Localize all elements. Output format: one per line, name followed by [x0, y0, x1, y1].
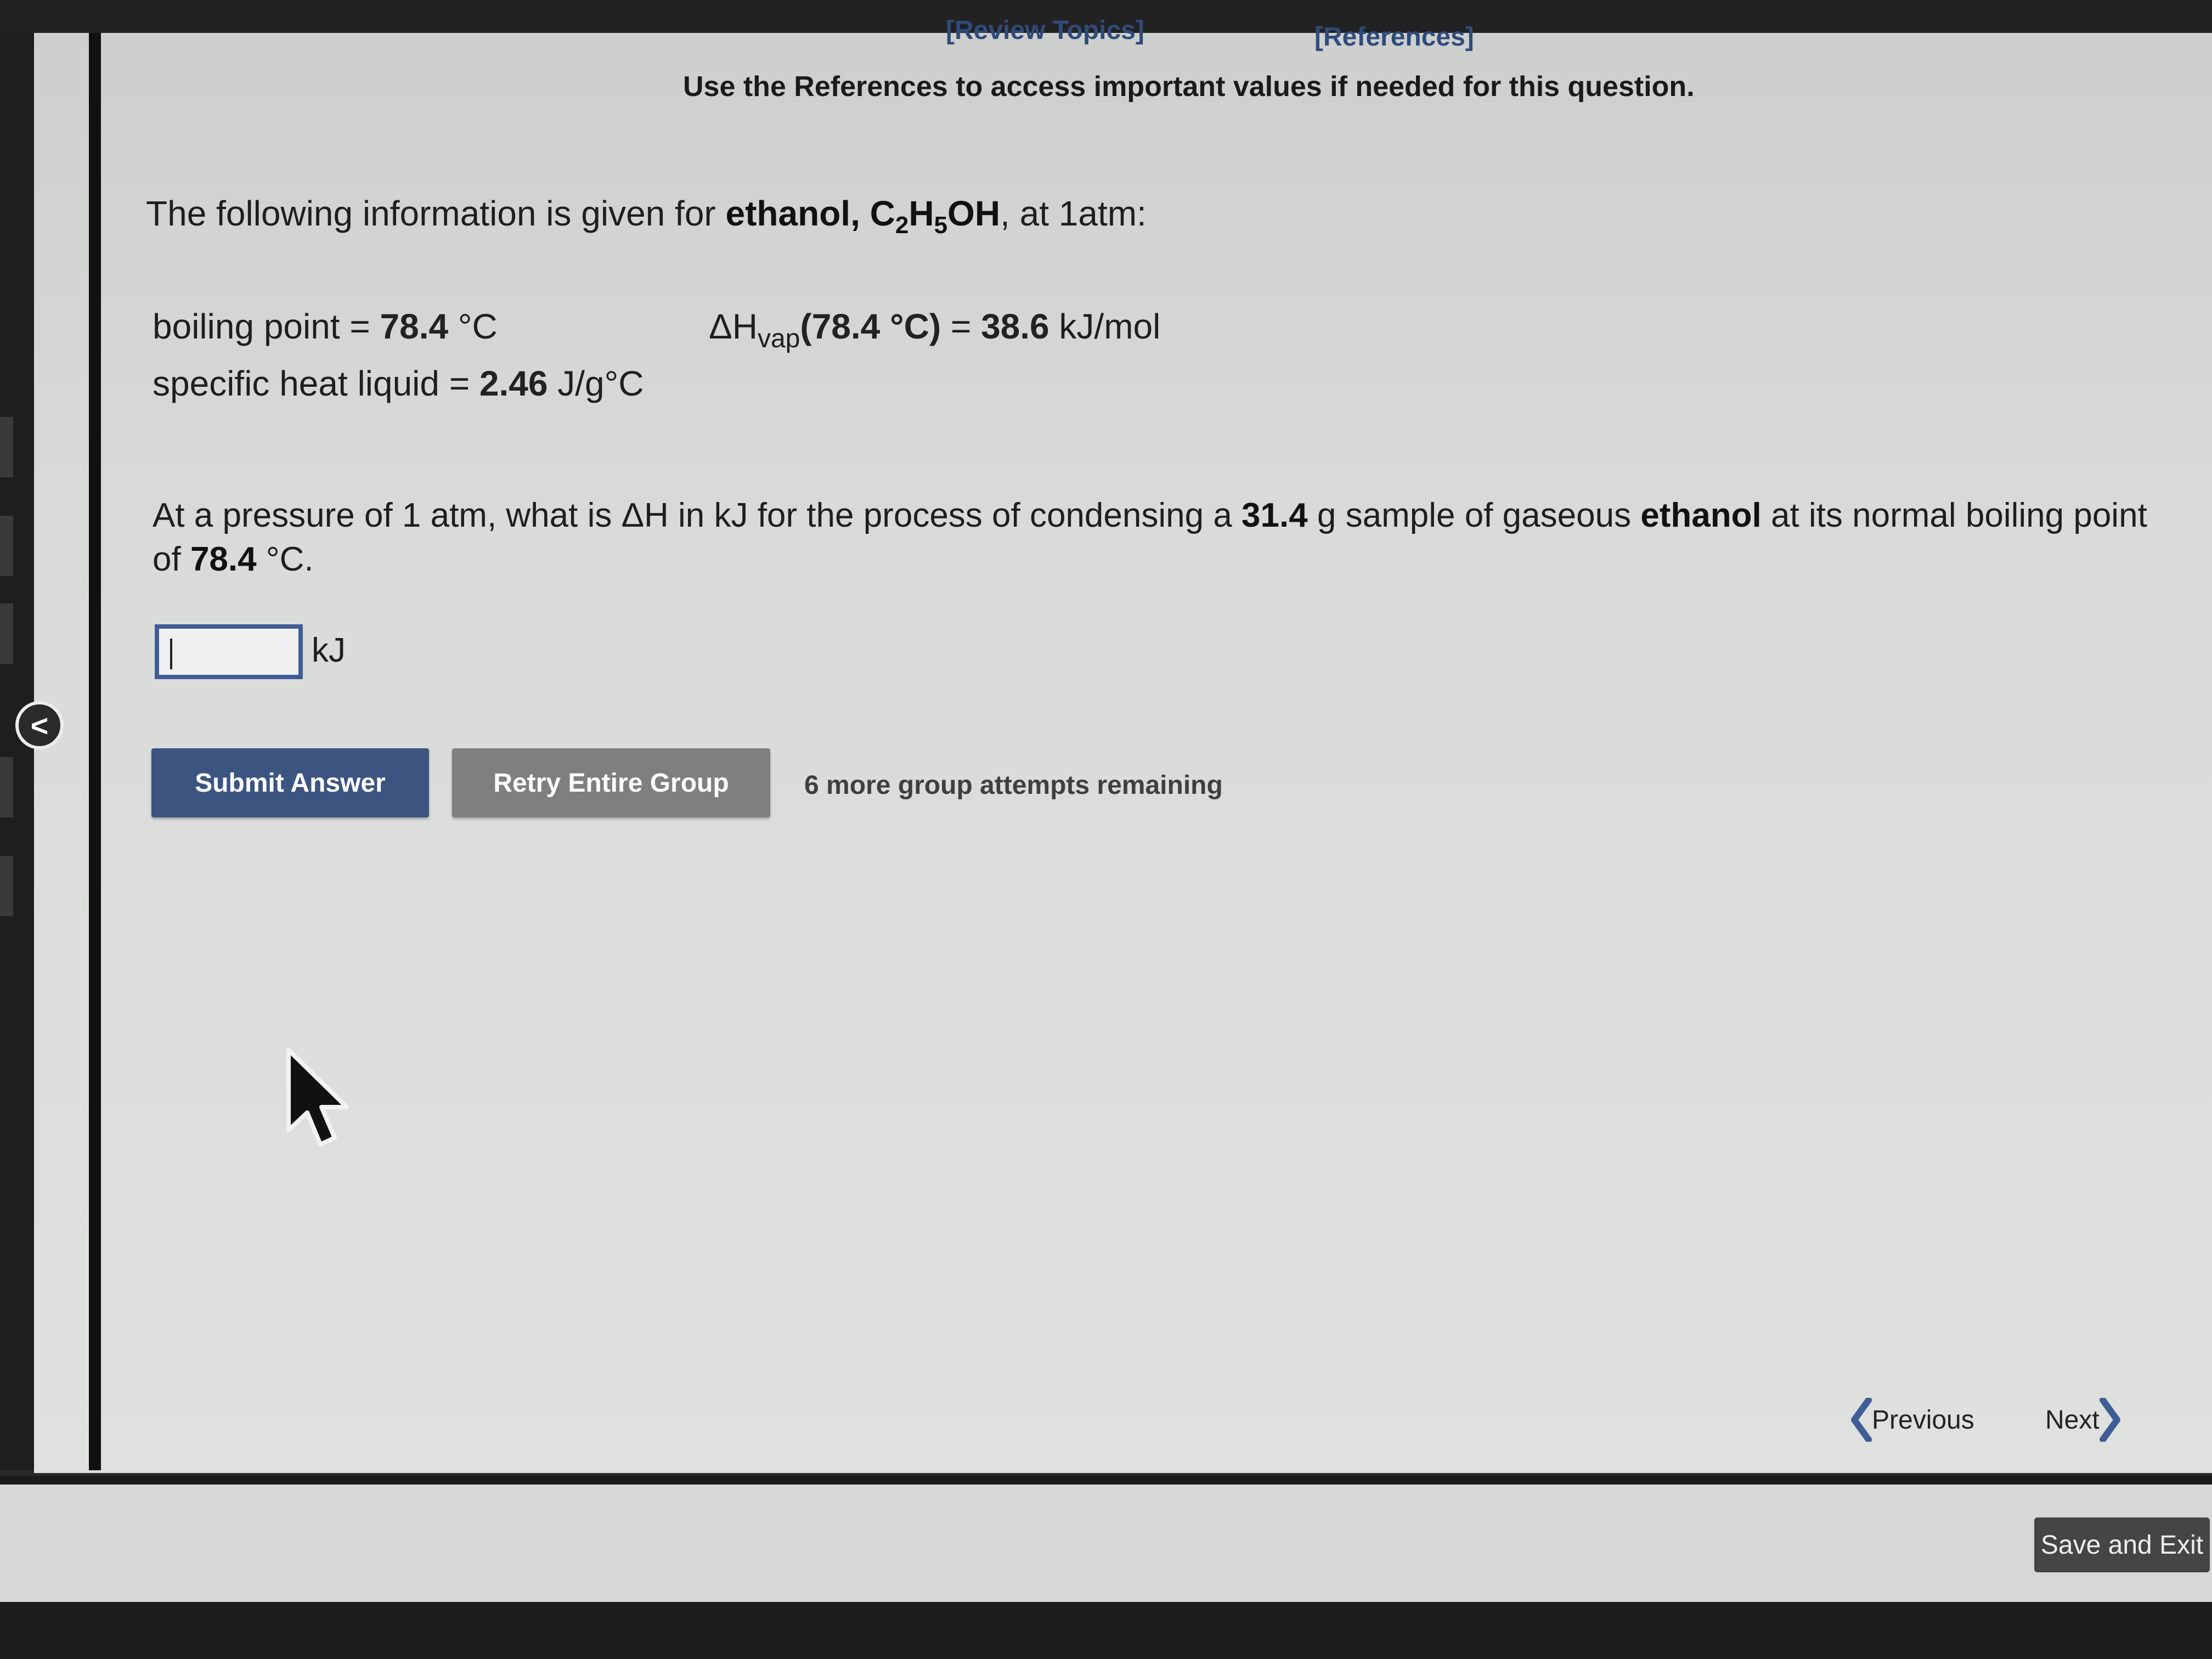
submit-answer-button[interactable]: Submit Answer: [151, 748, 429, 817]
boiling-point-row: boiling point = 78.4 °C: [153, 306, 498, 347]
question-prompt: At a pressure of 1 atm, what is ΔH in kJ…: [153, 494, 2182, 582]
enthalpy-vaporization-row: ΔHvap(78.4 °C) = 38.6 kJ/mol: [709, 306, 1160, 354]
prompt-text: At a pressure of 1 atm, what is ΔH in kJ…: [153, 496, 1242, 534]
previous-label: Previous: [1872, 1405, 1974, 1435]
screen-frame: [Review Topics] [References] Use the Ref…: [0, 0, 2212, 1659]
left-tab[interactable]: [0, 516, 13, 576]
previous-button[interactable]: Previous: [1850, 1398, 1974, 1442]
attempts-remaining: 6 more group attempts remaining: [804, 771, 1223, 800]
prompt-text: °C.: [256, 540, 314, 578]
delta-h-temperature: (78.4 °C): [800, 307, 941, 346]
boiling-point-value: 78.4: [380, 307, 449, 346]
delta-h-unit: kJ/mol: [1049, 307, 1161, 346]
left-tab[interactable]: [0, 757, 13, 817]
chevron-right-icon: [2099, 1398, 2120, 1442]
boiling-point-unit: °C: [448, 307, 498, 346]
chevron-left-icon: [1851, 1398, 1872, 1442]
left-tab[interactable]: [0, 856, 13, 916]
left-tab[interactable]: [0, 603, 13, 664]
prompt-text: g sample of gaseous: [1307, 496, 1641, 534]
specific-heat-value: 2.46: [479, 364, 548, 403]
delta-h-value: 38.6: [981, 307, 1049, 346]
next-button[interactable]: Next: [2045, 1398, 2121, 1442]
delta-h-symbol: ΔH: [709, 307, 758, 346]
left-tab-rail: [0, 417, 13, 933]
delta-h-subscript: vap: [757, 324, 800, 353]
review-topics-link[interactable]: [Review Topics]: [946, 15, 1144, 46]
specific-heat-unit: J/g°C: [548, 364, 644, 403]
references-note: Use the References to access important v…: [683, 71, 1695, 103]
left-tab[interactable]: [0, 417, 13, 477]
delta-h-equals: =: [941, 307, 981, 346]
prompt-temperature: 78.4: [190, 540, 257, 578]
save-and-exit-button[interactable]: Save and Exit: [2034, 1517, 2210, 1572]
prompt-mass: 31.4: [1242, 496, 1308, 534]
references-link[interactable]: [References]: [1314, 22, 1474, 52]
prompt-substance: ethanol: [1640, 496, 1762, 534]
intro-suffix: , at 1atm:: [1000, 194, 1147, 233]
next-label: Next: [2045, 1405, 2100, 1435]
text-caret: [170, 639, 172, 669]
specific-heat-row: specific heat liquid = 2.46 J/g°C: [153, 363, 644, 404]
substance-name: ethanol,: [725, 194, 870, 233]
answer-input[interactable]: [155, 624, 303, 679]
collapse-icon[interactable]: <: [15, 701, 64, 749]
answer-unit: kJ: [312, 631, 346, 669]
question-intro: The following information is given for e…: [146, 193, 1147, 239]
specific-heat-label: specific heat liquid =: [153, 364, 479, 403]
boiling-point-label: boiling point =: [153, 307, 380, 346]
panel-divider: [89, 33, 101, 1470]
mouse-pointer-icon: [286, 1048, 349, 1147]
chemical-formula: C2H5OH: [870, 194, 1001, 239]
intro-prefix: The following information is given for: [146, 194, 726, 233]
screen-bottom-bezel: [0, 1602, 2212, 1659]
retry-entire-group-button[interactable]: Retry Entire Group: [452, 748, 770, 817]
footer-bar: [0, 1476, 2212, 1611]
